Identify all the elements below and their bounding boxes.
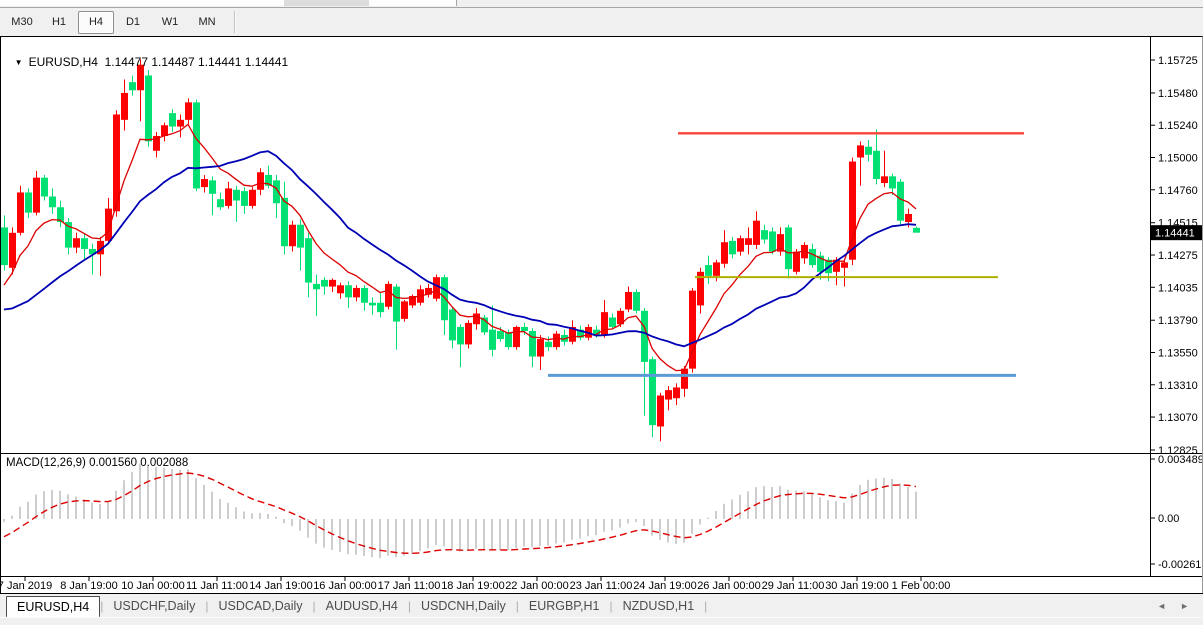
tab-usdcad-daily[interactable]: USDCAD,Daily: [208, 596, 312, 617]
tab-usdcnh-daily[interactable]: USDCNH,Daily: [411, 596, 516, 617]
tab-eurusd-h4[interactable]: EURUSD,H4: [6, 596, 100, 617]
svg-text:16 Jan 00:00: 16 Jan 00:00: [313, 580, 377, 592]
tab-scroll-right-icon[interactable]: ►: [1180, 601, 1189, 611]
toolbar-separator: [234, 11, 236, 33]
macd-indicator-label: MACD(12,26,9) 0.001560 0.002088: [6, 457, 188, 469]
svg-text:1.15725: 1.15725: [1158, 55, 1198, 67]
timeframe-button-mn[interactable]: MN: [189, 11, 225, 34]
svg-text:17 Jan 11:00: 17 Jan 11:00: [378, 580, 441, 592]
tab-nzdusd-h1[interactable]: NZDUSD,H1: [613, 596, 705, 617]
timeframe-button-d1[interactable]: D1: [115, 11, 151, 34]
timeframe-button-w1[interactable]: W1: [152, 11, 188, 34]
timeframe-toolbar: M30H1H4D1W1MN: [0, 8, 1203, 36]
tab-scroll-left-icon[interactable]: ◄: [1157, 601, 1166, 611]
timeframe-button-h4[interactable]: H4: [78, 11, 114, 34]
svg-text:1.13070: 1.13070: [1158, 412, 1198, 424]
svg-text:24 Jan 19:00: 24 Jan 19:00: [633, 580, 697, 592]
chart-symbol-title: ▼ EURUSD,H4 1.14477 1.14487 1.14441 1.144…: [8, 41, 288, 69]
svg-text:18 Jan 19:00: 18 Jan 19:00: [441, 580, 505, 592]
svg-text:1.14035: 1.14035: [1158, 282, 1198, 294]
svg-text:1.13310: 1.13310: [1158, 380, 1198, 392]
tab-separator: |: [704, 599, 707, 613]
svg-text:22 Jan 00:00: 22 Jan 00:00: [505, 580, 569, 592]
svg-text:7 Jan 2019: 7 Jan 2019: [0, 580, 52, 592]
svg-text:1.14275: 1.14275: [1158, 250, 1198, 262]
svg-text:14 Jan 19:00: 14 Jan 19:00: [249, 580, 313, 592]
symbol-label: EURUSD,H4: [29, 55, 98, 69]
tab-usdchf-daily[interactable]: USDCHF,Daily: [103, 596, 205, 617]
svg-text:8 Jan 19:00: 8 Jan 19:00: [60, 580, 118, 592]
timeframe-button-m30[interactable]: M30: [4, 11, 40, 34]
svg-text:1.13790: 1.13790: [1158, 315, 1198, 327]
svg-text:1.14441: 1.14441: [1155, 228, 1195, 240]
svg-text:0.003489: 0.003489: [1158, 454, 1203, 466]
symbol-dropdown-icon[interactable]: ▼: [15, 58, 23, 67]
tab-eurgbp-h1[interactable]: EURGBP,H1: [519, 596, 610, 617]
svg-text:1.15480: 1.15480: [1158, 88, 1198, 100]
svg-text:1.13550: 1.13550: [1158, 347, 1198, 359]
chart-canvas[interactable]: 1.157251.154801.152401.150001.147601.145…: [0, 0, 1203, 594]
svg-text:0.00: 0.00: [1158, 513, 1179, 525]
svg-text:11 Jan 11:00: 11 Jan 11:00: [186, 580, 248, 592]
tab-audusd-h4[interactable]: AUDUSD,H4: [316, 596, 408, 617]
svg-text:30 Jan 19:00: 30 Jan 19:00: [825, 580, 889, 592]
current-price-tag: 1.14441: [1151, 225, 1203, 240]
svg-text:1.15000: 1.15000: [1158, 152, 1198, 164]
svg-text:1 Feb 00:00: 1 Feb 00:00: [892, 580, 951, 592]
svg-text:10 Jan 00:00: 10 Jan 00:00: [121, 580, 185, 592]
timeframe-button-h1[interactable]: H1: [41, 11, 77, 34]
svg-text:1.14760: 1.14760: [1158, 185, 1198, 197]
ohlc-readout: 1.14477 1.14487 1.14441 1.14441: [105, 55, 289, 69]
svg-text:23 Jan 11:00: 23 Jan 11:00: [570, 580, 633, 592]
time-axis[interactable]: 7 Jan 2019 8 Jan 19:0010 Jan 00:0011 Jan …: [0, 577, 950, 592]
svg-text:1.15240: 1.15240: [1158, 120, 1198, 132]
svg-text:-0.002617: -0.002617: [1158, 559, 1203, 571]
svg-text:29 Jan 11:00: 29 Jan 11:00: [762, 580, 825, 592]
svg-text:26 Jan 00:00: 26 Jan 00:00: [697, 580, 761, 592]
chart-tab-bar: EURUSD,H4|USDCHF,Daily|USDCAD,Daily|AUDU…: [0, 595, 1203, 617]
